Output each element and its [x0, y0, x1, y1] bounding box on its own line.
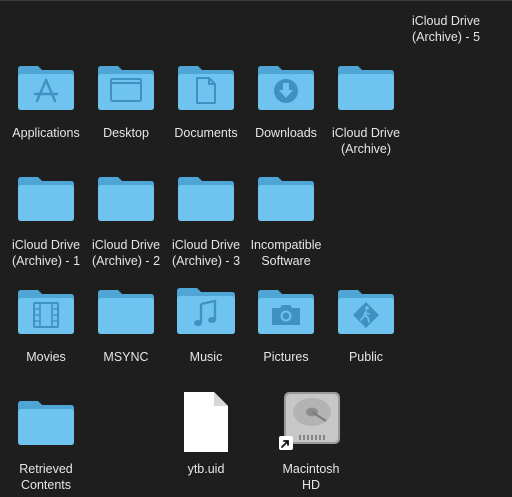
desktop-folder-icon [96, 63, 156, 111]
finder-icon-view: Applications Desktop Documents Downloads… [0, 0, 512, 497]
downloads-folder-icon [256, 63, 316, 111]
item-label: Downloads [255, 126, 317, 140]
item-label: iCloud Drive (Archive) - 5 [411, 14, 481, 44]
folder-icon [176, 174, 236, 222]
music-folder-icon [175, 285, 237, 335]
item-label: iCloud Drive (Archive) - 2 [91, 238, 161, 268]
folder-icon [16, 398, 76, 446]
hard-drive-alias-icon [278, 390, 344, 452]
item-label: Documents [174, 126, 238, 140]
item-label: iCloud Drive (Archive) - 1 [11, 238, 81, 268]
folder-icon [96, 174, 156, 222]
applications-folder-icon [16, 63, 76, 111]
documents-folder-icon [176, 63, 236, 111]
item-label: Movies [26, 350, 66, 364]
item-label: ytb.uid [187, 462, 225, 476]
document-file-icon [182, 391, 230, 453]
item-label: Public [348, 350, 384, 364]
item-label: Incompatible Software [250, 238, 322, 268]
pictures-folder-icon [256, 287, 316, 335]
item-label: Macintosh HD [282, 462, 340, 492]
folder-icon [96, 287, 156, 335]
folder-icon [256, 174, 316, 222]
item-label: Desktop [103, 126, 149, 140]
item-label: Applications [12, 126, 80, 140]
item-label: MSYNC [103, 350, 149, 364]
item-label: Retrieved Contents [19, 462, 73, 492]
item-label: iCloud Drive (Archive) - 3 [171, 238, 241, 268]
item-label: iCloud Drive (Archive) [331, 126, 401, 156]
folder-icon [16, 174, 76, 222]
public-folder-icon [336, 287, 396, 335]
folder-icon [336, 63, 396, 111]
item-label: Music [189, 350, 223, 364]
movies-folder-icon [16, 287, 76, 335]
item-label: Pictures [263, 350, 309, 364]
